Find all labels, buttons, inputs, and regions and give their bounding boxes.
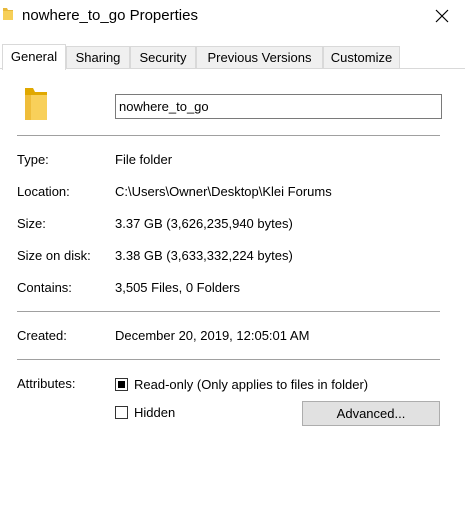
hidden-checkbox[interactable] bbox=[115, 406, 128, 419]
separator bbox=[17, 135, 440, 136]
created-value: December 20, 2019, 12:05:01 AM bbox=[115, 328, 310, 343]
close-icon bbox=[435, 9, 449, 23]
tab-previous-versions[interactable]: Previous Versions bbox=[196, 46, 323, 68]
contains-label: Contains: bbox=[17, 280, 72, 295]
type-value: File folder bbox=[115, 152, 173, 167]
hidden-label[interactable]: Hidden bbox=[134, 405, 175, 420]
folder-name-input[interactable] bbox=[115, 94, 442, 119]
size-value: 3.37 GB (3,626,235,940 bytes) bbox=[115, 216, 293, 231]
separator bbox=[17, 359, 440, 360]
indeterminate-mark bbox=[118, 381, 125, 388]
read-only-label[interactable]: Read-only (Only applies to files in fold… bbox=[134, 377, 368, 392]
folder-icon bbox=[25, 88, 47, 120]
advanced-button[interactable]: Advanced... bbox=[302, 401, 440, 426]
size-label: Size: bbox=[17, 216, 46, 231]
tab-panel-border bbox=[0, 68, 465, 69]
location-value: C:\Users\Owner\Desktop\Klei Forums bbox=[115, 184, 332, 199]
close-button[interactable] bbox=[419, 0, 465, 32]
window-title: nowhere_to_go Properties bbox=[22, 7, 198, 24]
tab-customize[interactable]: Customize bbox=[323, 46, 400, 68]
title-bar: nowhere_to_go Properties bbox=[0, 0, 465, 32]
tab-general[interactable]: General bbox=[2, 44, 66, 70]
type-label: Type: bbox=[17, 152, 49, 167]
tab-security[interactable]: Security bbox=[130, 46, 196, 68]
location-label: Location: bbox=[17, 184, 70, 199]
size-on-disk-label: Size on disk: bbox=[17, 248, 91, 263]
read-only-checkbox[interactable] bbox=[115, 378, 128, 391]
tab-bar: General Sharing Security Previous Versio… bbox=[0, 44, 465, 70]
size-on-disk-value: 3.38 GB (3,633,332,224 bytes) bbox=[115, 248, 293, 263]
separator bbox=[17, 311, 440, 312]
contains-value: 3,505 Files, 0 Folders bbox=[115, 280, 241, 295]
attributes-label: Attributes: bbox=[17, 376, 76, 391]
folder-icon bbox=[3, 8, 13, 20]
tab-sharing[interactable]: Sharing bbox=[66, 46, 130, 68]
created-label: Created: bbox=[17, 328, 67, 343]
